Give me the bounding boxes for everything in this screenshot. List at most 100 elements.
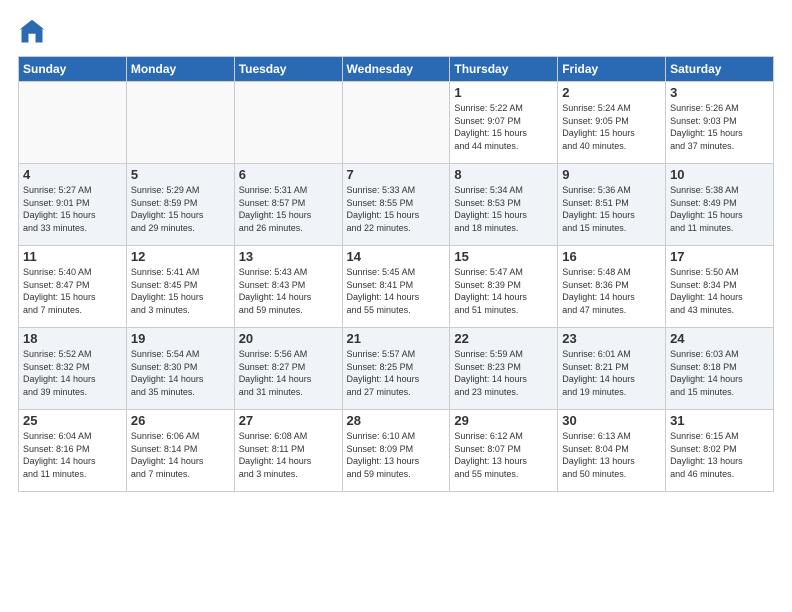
- day-number: 30: [562, 413, 661, 428]
- day-number: 4: [23, 167, 122, 182]
- weekday-header-thursday: Thursday: [450, 57, 558, 82]
- calendar-cell: 1Sunrise: 5:22 AM Sunset: 9:07 PM Daylig…: [450, 82, 558, 164]
- calendar-cell: 24Sunrise: 6:03 AM Sunset: 8:18 PM Dayli…: [666, 328, 774, 410]
- calendar-cell: 22 Sunrise: 5:59 AM Sunset: 8:23 PM Dayli…: [450, 328, 558, 410]
- calendar-cell: 26 Sunrise: 6:06 AM Sunset: 8:14 PM Dayli…: [126, 410, 234, 492]
- logo-icon: [18, 18, 46, 46]
- weekday-header-sunday: Sunday: [19, 57, 127, 82]
- calendar-cell: 2 Sunrise: 5:24 AM Sunset: 9:05 PM Daylig…: [558, 82, 666, 164]
- day-number: 31: [670, 413, 769, 428]
- day-info: Sunrise: 6:10 AM Sunset: 8:09 PM Dayligh…: [347, 430, 446, 480]
- calendar-cell: 27Sunrise: 6:08 AM Sunset: 8:11 PM Dayli…: [234, 410, 342, 492]
- day-number: 29: [454, 413, 553, 428]
- week-row-2: 4 Sunrise: 5:27 AM Sunset: 9:01 PM Daylig…: [19, 164, 774, 246]
- calendar-cell: 30Sunrise: 6:13 AM Sunset: 8:04 PM Dayli…: [558, 410, 666, 492]
- day-number: 19: [131, 331, 230, 346]
- day-info: Sunrise: 5:26 AM Sunset: 9:03 PM Dayligh…: [670, 102, 769, 152]
- day-number: 2: [562, 85, 661, 100]
- day-number: 10: [670, 167, 769, 182]
- day-info: Sunrise: 6:06 AM Sunset: 8:14 PM Dayligh…: [131, 430, 230, 480]
- day-info: Sunrise: 5:24 AM Sunset: 9:05 PM Dayligh…: [562, 102, 661, 152]
- day-number: 16: [562, 249, 661, 264]
- day-info: Sunrise: 5:56 AM Sunset: 8:27 PM Dayligh…: [239, 348, 338, 398]
- calendar-cell: [19, 82, 127, 164]
- day-number: 26: [131, 413, 230, 428]
- calendar-cell: 15 Sunrise: 5:47 AM Sunset: 8:39 PM Dayli…: [450, 246, 558, 328]
- weekday-header-friday: Friday: [558, 57, 666, 82]
- day-info: Sunrise: 5:41 AM Sunset: 8:45 PM Dayligh…: [131, 266, 230, 316]
- day-info: Sunrise: 6:08 AM Sunset: 8:11 PM Dayligh…: [239, 430, 338, 480]
- day-info: Sunrise: 5:47 AM Sunset: 8:39 PM Dayligh…: [454, 266, 553, 316]
- calendar-cell: 29 Sunrise: 6:12 AM Sunset: 8:07 PM Dayli…: [450, 410, 558, 492]
- day-number: 15: [454, 249, 553, 264]
- weekday-header-saturday: Saturday: [666, 57, 774, 82]
- week-row-5: 25 Sunrise: 6:04 AM Sunset: 8:16 PM Dayli…: [19, 410, 774, 492]
- day-info: Sunrise: 6:12 AM Sunset: 8:07 PM Dayligh…: [454, 430, 553, 480]
- week-row-3: 11 Sunrise: 5:40 AM Sunset: 8:47 PM Dayli…: [19, 246, 774, 328]
- calendar-cell: 9 Sunrise: 5:36 AM Sunset: 8:51 PM Daylig…: [558, 164, 666, 246]
- week-row-1: 1Sunrise: 5:22 AM Sunset: 9:07 PM Daylig…: [19, 82, 774, 164]
- weekday-header-monday: Monday: [126, 57, 234, 82]
- day-info: Sunrise: 5:43 AM Sunset: 8:43 PM Dayligh…: [239, 266, 338, 316]
- calendar-cell: 20 Sunrise: 5:56 AM Sunset: 8:27 PM Dayli…: [234, 328, 342, 410]
- day-number: 5: [131, 167, 230, 182]
- calendar-cell: 7 Sunrise: 5:33 AM Sunset: 8:55 PM Daylig…: [342, 164, 450, 246]
- day-number: 20: [239, 331, 338, 346]
- weekday-header-row: SundayMondayTuesdayWednesdayThursdayFrid…: [19, 57, 774, 82]
- day-info: Sunrise: 5:54 AM Sunset: 8:30 PM Dayligh…: [131, 348, 230, 398]
- day-info: Sunrise: 5:48 AM Sunset: 8:36 PM Dayligh…: [562, 266, 661, 316]
- calendar-cell: 3Sunrise: 5:26 AM Sunset: 9:03 PM Daylig…: [666, 82, 774, 164]
- day-info: Sunrise: 6:04 AM Sunset: 8:16 PM Dayligh…: [23, 430, 122, 480]
- day-number: 12: [131, 249, 230, 264]
- day-info: Sunrise: 6:15 AM Sunset: 8:02 PM Dayligh…: [670, 430, 769, 480]
- day-info: Sunrise: 5:40 AM Sunset: 8:47 PM Dayligh…: [23, 266, 122, 316]
- day-number: 9: [562, 167, 661, 182]
- day-number: 6: [239, 167, 338, 182]
- calendar-cell: 23 Sunrise: 6:01 AM Sunset: 8:21 PM Dayli…: [558, 328, 666, 410]
- calendar-cell: [342, 82, 450, 164]
- calendar-cell: 19 Sunrise: 5:54 AM Sunset: 8:30 PM Dayli…: [126, 328, 234, 410]
- day-info: Sunrise: 5:59 AM Sunset: 8:23 PM Dayligh…: [454, 348, 553, 398]
- day-number: 7: [347, 167, 446, 182]
- calendar-cell: 8 Sunrise: 5:34 AM Sunset: 8:53 PM Daylig…: [450, 164, 558, 246]
- page: SundayMondayTuesdayWednesdayThursdayFrid…: [0, 0, 792, 612]
- calendar-cell: 21Sunrise: 5:57 AM Sunset: 8:25 PM Dayli…: [342, 328, 450, 410]
- day-info: Sunrise: 5:52 AM Sunset: 8:32 PM Dayligh…: [23, 348, 122, 398]
- calendar-cell: 28Sunrise: 6:10 AM Sunset: 8:09 PM Dayli…: [342, 410, 450, 492]
- day-number: 24: [670, 331, 769, 346]
- calendar-cell: 18 Sunrise: 5:52 AM Sunset: 8:32 PM Dayli…: [19, 328, 127, 410]
- day-number: 23: [562, 331, 661, 346]
- day-info: Sunrise: 5:36 AM Sunset: 8:51 PM Dayligh…: [562, 184, 661, 234]
- calendar-cell: 16 Sunrise: 5:48 AM Sunset: 8:36 PM Dayli…: [558, 246, 666, 328]
- calendar-cell: 11 Sunrise: 5:40 AM Sunset: 8:47 PM Dayli…: [19, 246, 127, 328]
- calendar-cell: 13 Sunrise: 5:43 AM Sunset: 8:43 PM Dayli…: [234, 246, 342, 328]
- day-number: 17: [670, 249, 769, 264]
- day-info: Sunrise: 5:29 AM Sunset: 8:59 PM Dayligh…: [131, 184, 230, 234]
- day-info: Sunrise: 5:22 AM Sunset: 9:07 PM Dayligh…: [454, 102, 553, 152]
- calendar-cell: 25 Sunrise: 6:04 AM Sunset: 8:16 PM Dayli…: [19, 410, 127, 492]
- day-number: 13: [239, 249, 338, 264]
- day-number: 22: [454, 331, 553, 346]
- calendar-cell: 10Sunrise: 5:38 AM Sunset: 8:49 PM Dayli…: [666, 164, 774, 246]
- calendar-cell: [234, 82, 342, 164]
- calendar-cell: 4 Sunrise: 5:27 AM Sunset: 9:01 PM Daylig…: [19, 164, 127, 246]
- day-number: 8: [454, 167, 553, 182]
- day-info: Sunrise: 5:33 AM Sunset: 8:55 PM Dayligh…: [347, 184, 446, 234]
- day-info: Sunrise: 6:01 AM Sunset: 8:21 PM Dayligh…: [562, 348, 661, 398]
- day-number: 11: [23, 249, 122, 264]
- day-info: Sunrise: 5:34 AM Sunset: 8:53 PM Dayligh…: [454, 184, 553, 234]
- calendar-cell: 31 Sunrise: 6:15 AM Sunset: 8:02 PM Dayli…: [666, 410, 774, 492]
- day-info: Sunrise: 5:50 AM Sunset: 8:34 PM Dayligh…: [670, 266, 769, 316]
- weekday-header-wednesday: Wednesday: [342, 57, 450, 82]
- calendar-cell: 14Sunrise: 5:45 AM Sunset: 8:41 PM Dayli…: [342, 246, 450, 328]
- week-row-4: 18 Sunrise: 5:52 AM Sunset: 8:32 PM Dayli…: [19, 328, 774, 410]
- day-number: 25: [23, 413, 122, 428]
- day-info: Sunrise: 5:27 AM Sunset: 9:01 PM Dayligh…: [23, 184, 122, 234]
- day-info: Sunrise: 5:31 AM Sunset: 8:57 PM Dayligh…: [239, 184, 338, 234]
- calendar-cell: 17 Sunrise: 5:50 AM Sunset: 8:34 PM Dayli…: [666, 246, 774, 328]
- day-number: 18: [23, 331, 122, 346]
- header: [18, 18, 774, 46]
- weekday-header-tuesday: Tuesday: [234, 57, 342, 82]
- calendar-cell: 5 Sunrise: 5:29 AM Sunset: 8:59 PM Daylig…: [126, 164, 234, 246]
- day-info: Sunrise: 5:45 AM Sunset: 8:41 PM Dayligh…: [347, 266, 446, 316]
